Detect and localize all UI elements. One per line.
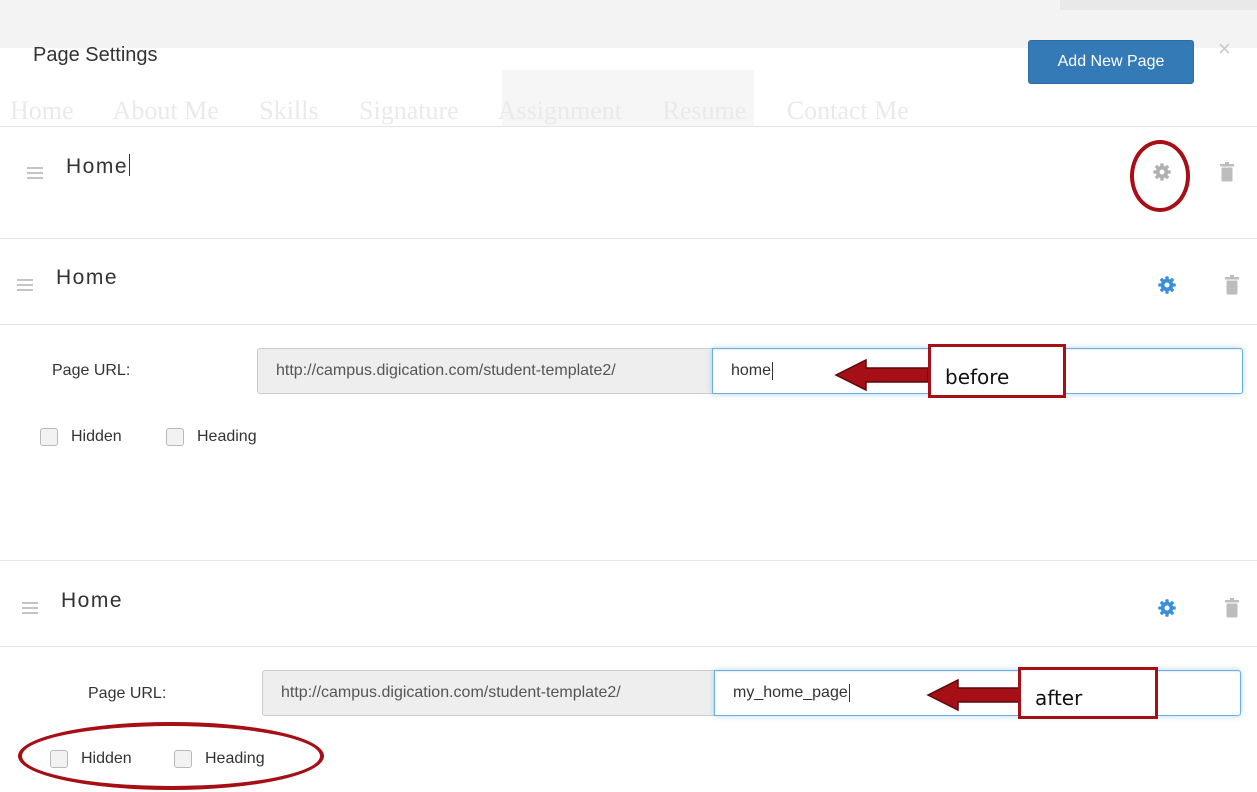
annotation-after: after bbox=[1018, 667, 1158, 719]
divider bbox=[0, 324, 1257, 325]
background-nav-item: Home bbox=[10, 96, 74, 125]
annotation-before: before bbox=[928, 344, 1066, 398]
trash-icon[interactable] bbox=[1220, 162, 1234, 182]
divider bbox=[0, 560, 1257, 561]
drag-handle-icon[interactable] bbox=[22, 602, 38, 614]
background-edit-toggle bbox=[1060, 0, 1257, 10]
drag-handle-icon[interactable] bbox=[27, 167, 43, 179]
gear-icon[interactable] bbox=[1157, 275, 1177, 295]
modal-title: Page Settings bbox=[33, 44, 158, 66]
hidden-label: Hidden bbox=[71, 428, 122, 445]
url-prefix: http://campus.digication.com/student-tem… bbox=[262, 670, 715, 716]
drag-handle-icon[interactable] bbox=[17, 279, 33, 291]
page-url-label: Page URL: bbox=[88, 685, 167, 702]
heading-label: Heading bbox=[197, 428, 257, 445]
background-nav-item: Resume bbox=[662, 96, 747, 125]
annotation-circle-gear bbox=[1130, 140, 1190, 212]
heading-checkbox[interactable] bbox=[166, 428, 184, 446]
divider bbox=[0, 646, 1257, 647]
arrow-left-icon bbox=[834, 358, 929, 392]
divider bbox=[0, 126, 1257, 127]
background-nav-item: Assignment bbox=[497, 96, 623, 125]
page-url-label: Page URL: bbox=[52, 362, 131, 379]
page-title: Home bbox=[61, 589, 124, 612]
page-title-input[interactable]: Home bbox=[66, 154, 131, 179]
page-url-value: home bbox=[731, 362, 772, 379]
background-nav-item: About Me bbox=[112, 96, 219, 125]
close-icon[interactable]: × bbox=[1218, 38, 1231, 60]
text-cursor bbox=[848, 684, 850, 702]
hidden-checkbox[interactable] bbox=[40, 428, 58, 446]
background-nav-item: Contact Me bbox=[786, 96, 909, 125]
arrow-left-icon bbox=[926, 678, 1021, 712]
url-prefix: http://campus.digication.com/student-tem… bbox=[257, 348, 713, 394]
divider bbox=[0, 238, 1257, 239]
background-nav: Home About Me Skills Signature Assignmen… bbox=[10, 96, 943, 126]
background-nav-item: Signature bbox=[359, 96, 459, 125]
annotation-circle-checkboxes bbox=[18, 722, 324, 790]
background-nav-item: Skills bbox=[259, 96, 319, 125]
page-url-value: my_home_page bbox=[733, 684, 848, 701]
page-title-text: Home bbox=[66, 155, 129, 178]
trash-icon[interactable] bbox=[1225, 598, 1239, 618]
text-cursor bbox=[129, 154, 131, 176]
add-new-page-button[interactable]: Add New Page bbox=[1028, 40, 1194, 84]
trash-icon[interactable] bbox=[1225, 275, 1239, 295]
text-cursor bbox=[772, 362, 774, 380]
gear-icon[interactable] bbox=[1157, 598, 1177, 618]
page-title: Home bbox=[56, 266, 119, 289]
